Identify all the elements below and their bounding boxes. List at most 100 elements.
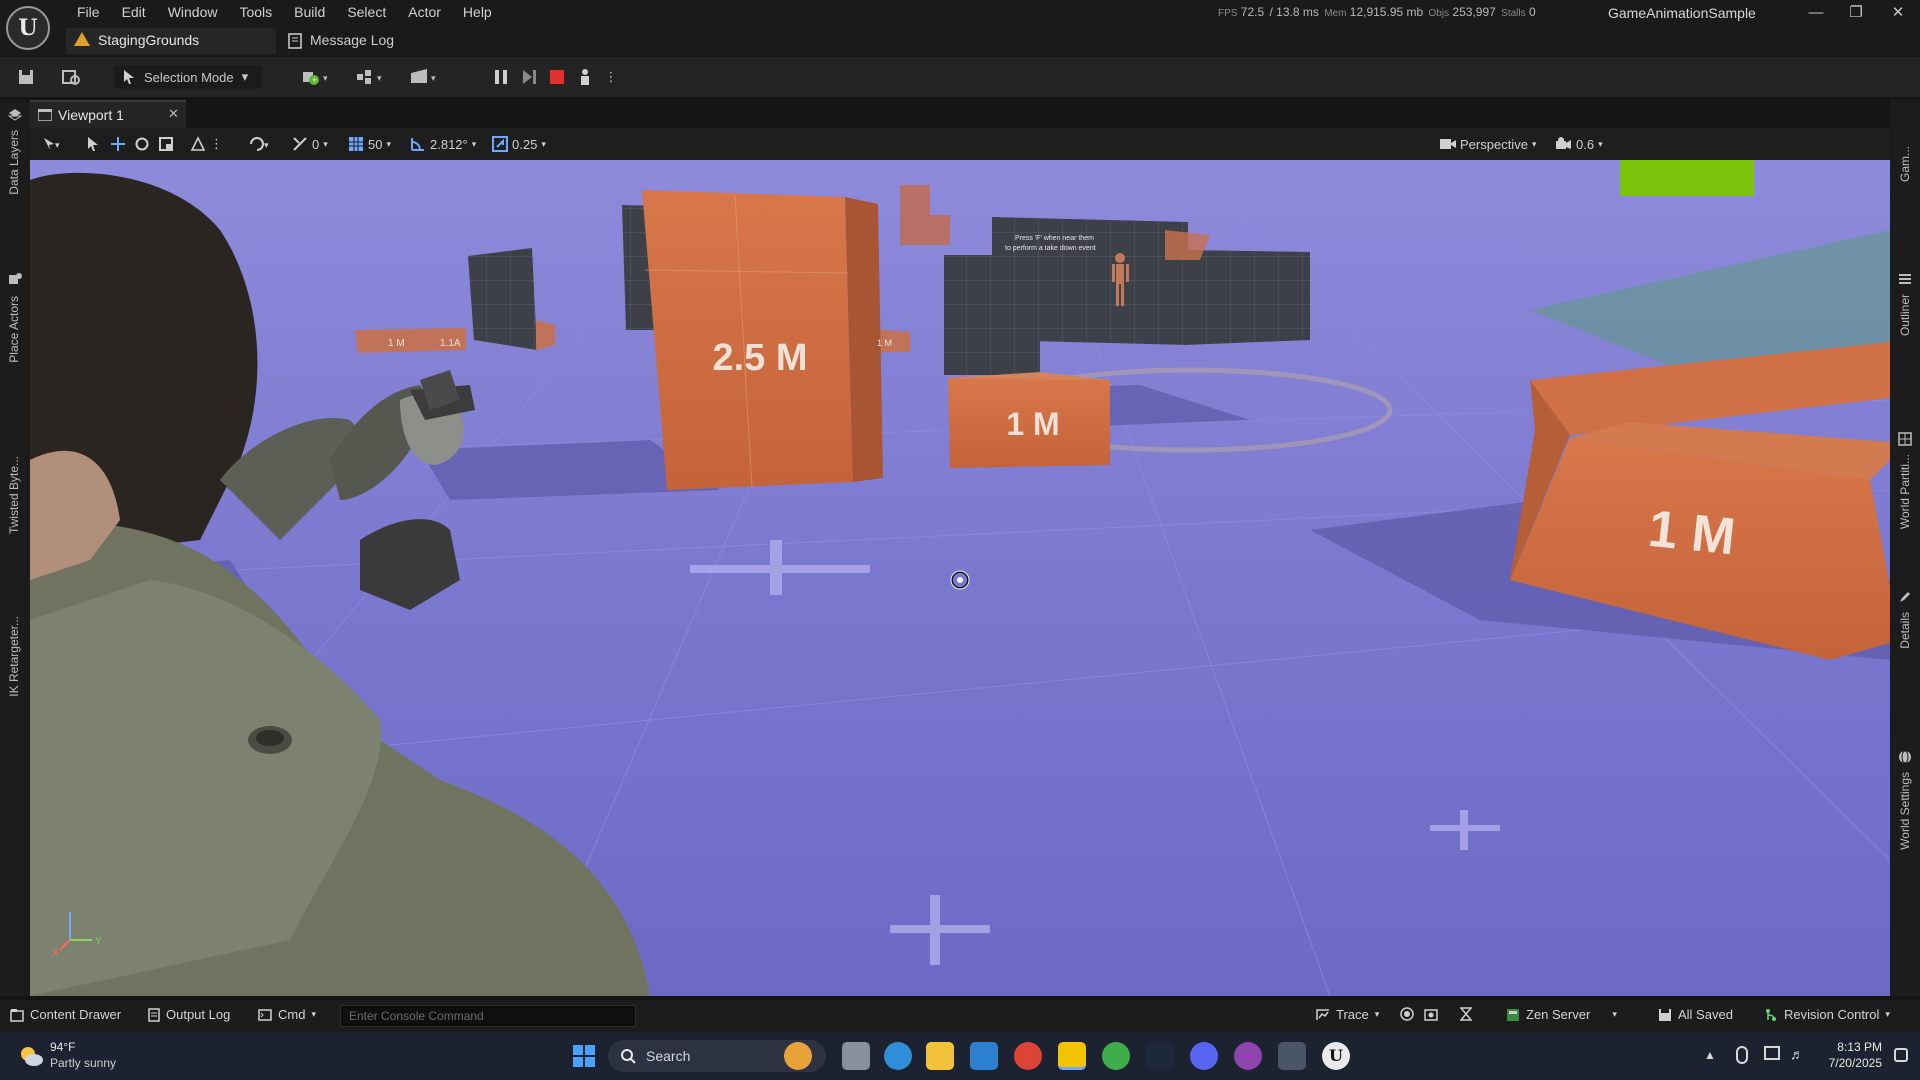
scale-snap-button[interactable]: 0.25 ▾ — [492, 134, 546, 154]
viewport-tab-label: Viewport 1 — [58, 107, 124, 123]
steam-icon[interactable] — [1146, 1042, 1174, 1070]
revision-control-dropdown[interactable]: Revision Control ▾ — [1764, 1007, 1890, 1022]
chrome-alt-icon[interactable] — [1102, 1042, 1130, 1070]
coordinate-system-button[interactable]: ▾ — [248, 134, 274, 154]
eject-possess-icon[interactable] — [574, 65, 596, 89]
close-tab-icon[interactable]: ✕ — [168, 106, 179, 122]
menu-file[interactable]: File — [66, 2, 111, 24]
details-tab[interactable]: Details — [1898, 612, 1912, 649]
level-viewport[interactable]: Press 'F' when near them to perform a ta… — [30, 160, 1890, 996]
sign-1m-far-left: 1 M — [388, 338, 405, 349]
pause-icon[interactable] — [490, 65, 512, 89]
stalls-value: 0 — [1528, 5, 1536, 19]
menu-edit[interactable]: Edit — [111, 2, 157, 24]
add-actor-button[interactable]: + ▾ — [296, 65, 336, 89]
screenshot-icon[interactable] — [1424, 1007, 1438, 1021]
surface-snap-icon[interactable] — [190, 134, 206, 154]
output-log-button[interactable]: Output Log — [148, 1007, 230, 1022]
file-explorer-icon[interactable] — [926, 1042, 954, 1070]
edge-browser-icon[interactable] — [884, 1042, 912, 1070]
tab-message-log[interactable]: Message Log — [280, 28, 430, 54]
volume-icon[interactable]: ♬ — [1790, 1046, 1804, 1062]
mail-icon[interactable] — [970, 1042, 998, 1070]
grid-snap-button[interactable]: 50 ▾ — [348, 134, 391, 154]
place-actors-tab[interactable]: Place Actors — [7, 296, 21, 363]
twisted-byte-tab[interactable]: Twisted Byte... — [7, 456, 21, 534]
unreal-engine-taskbar-icon[interactable]: U — [1322, 1042, 1350, 1070]
menu-build[interactable]: Build — [283, 2, 336, 24]
select-tool-icon[interactable] — [86, 134, 100, 154]
rotation-snap-icon — [293, 137, 307, 151]
record-icon[interactable] — [1400, 1007, 1414, 1021]
task-view-icon[interactable] — [842, 1042, 870, 1070]
menu-actor[interactable]: Actor — [397, 2, 452, 24]
cinematics-button[interactable]: ▾ — [404, 65, 444, 89]
project-name: GameAnimationSample — [1608, 5, 1756, 21]
unreal-logo-icon[interactable]: U — [6, 6, 50, 50]
save-icon[interactable] — [14, 65, 38, 89]
content-drawer-button[interactable]: Content Drawer — [10, 1007, 121, 1022]
microphone-icon[interactable] — [1736, 1046, 1748, 1064]
sticky-notes-icon[interactable] — [1058, 1042, 1086, 1070]
objs-label: Objs — [1428, 8, 1450, 19]
github-icon[interactable] — [1234, 1042, 1262, 1070]
play-options-kebab-icon[interactable]: ⋮ — [604, 65, 618, 89]
stalls-label: Stalls — [1501, 8, 1526, 19]
stop-icon[interactable] — [546, 65, 568, 89]
angle-snap-button[interactable]: 2.812° ▾ — [410, 134, 476, 154]
rotate-tool-icon[interactable] — [134, 134, 150, 154]
restore-icon[interactable]: ❐ — [1840, 2, 1872, 24]
data-layers-tab[interactable]: Data Layers — [7, 130, 21, 195]
content-drawer-label: Content Drawer — [30, 1007, 122, 1022]
viewport-options-button[interactable]: ▾ — [42, 134, 62, 154]
blueprints-button[interactable]: ▾ — [350, 65, 390, 89]
selection-mode-dropdown[interactable]: Selection Mode ▾ — [114, 65, 262, 89]
rotation-snap-button[interactable]: 0 ▾ — [292, 134, 328, 154]
trace-label: Trace — [1336, 1007, 1369, 1022]
close-window-icon[interactable]: ✕ — [1882, 2, 1914, 24]
windows-start-icon[interactable] — [572, 1044, 596, 1068]
tab-level[interactable]: StagingGrounds — [66, 28, 276, 54]
all-saved-button[interactable]: All Saved — [1658, 1007, 1733, 1022]
chrome-icon[interactable] — [1014, 1042, 1042, 1070]
camera-speed-value: 0.6 — [1576, 136, 1595, 152]
frame-advance-icon[interactable] — [518, 65, 540, 89]
clock-time[interactable]: 8:13 PM — [1826, 1040, 1882, 1054]
world-partition-tab[interactable]: World Partiti... — [1898, 454, 1912, 529]
discord-icon[interactable] — [1190, 1042, 1218, 1070]
hourglass-icon[interactable] — [1460, 1007, 1472, 1021]
menu-select[interactable]: Select — [336, 2, 397, 24]
view-mode-dropdown[interactable]: Perspective ▾ — [1440, 134, 1536, 154]
world-settings-tab[interactable]: World Settings — [1898, 772, 1912, 850]
ik-retargeter-tab[interactable]: IK Retargeter... — [7, 616, 21, 697]
menu-tools[interactable]: Tools — [228, 2, 283, 24]
transform-options-kebab-icon[interactable]: ⋮ — [210, 134, 223, 154]
camera-speed-button[interactable]: 0.6 ▾ — [1556, 134, 1603, 154]
weather-icon[interactable] — [18, 1044, 44, 1068]
browse-icon[interactable] — [58, 65, 84, 89]
console-command-input[interactable]: Enter Console Command — [340, 1005, 636, 1027]
notifications-icon[interactable] — [1894, 1048, 1908, 1062]
sign-2-5m: 2.5 M — [712, 337, 807, 379]
taskbar-search[interactable]: Search — [608, 1040, 826, 1072]
scale-tool-icon[interactable] — [158, 134, 174, 154]
outliner-tab[interactable]: Outliner — [1898, 294, 1912, 336]
svg-text:▾: ▾ — [431, 73, 436, 83]
translate-tool-icon[interactable] — [110, 134, 126, 154]
minimize-icon[interactable]: — — [1800, 2, 1832, 24]
zen-server-label: Zen Server — [1526, 1007, 1591, 1022]
clock-date[interactable]: 7/20/2025 — [1808, 1056, 1882, 1070]
scale-snap-value: 0.25 — [512, 136, 538, 152]
menu-window[interactable]: Window — [157, 2, 229, 24]
menu-help[interactable]: Help — [452, 2, 503, 24]
tray-chevron-up-icon[interactable]: ▲ — [1704, 1048, 1716, 1062]
network-icon[interactable] — [1764, 1046, 1780, 1060]
cmd-dropdown[interactable]: Cmd ▾ — [258, 1007, 316, 1022]
gam-tab[interactable]: Gam... — [1898, 146, 1912, 182]
message-log-icon — [288, 33, 302, 49]
zen-server-icon — [1507, 1008, 1519, 1021]
zen-server-dropdown[interactable]: Zen Server ▾ — [1506, 1007, 1617, 1022]
tab-viewport-1[interactable]: Viewport 1 ✕ — [30, 100, 186, 128]
trace-dropdown[interactable]: Trace ▾ — [1316, 1007, 1379, 1022]
calculator-icon[interactable] — [1278, 1042, 1306, 1070]
